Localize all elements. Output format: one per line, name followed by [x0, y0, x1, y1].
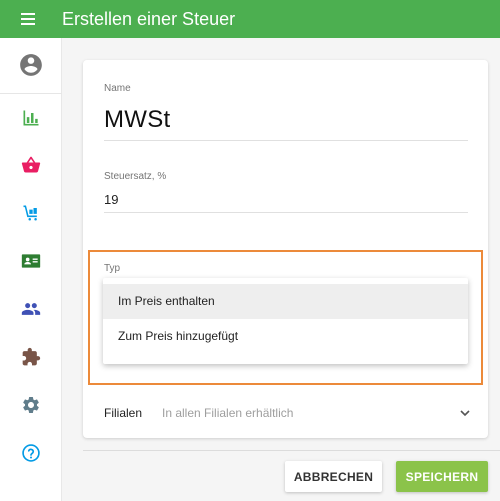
gear-icon[interactable]: [18, 392, 44, 418]
basket-icon[interactable]: [18, 152, 44, 178]
bar-chart-icon[interactable]: [18, 105, 44, 131]
cart-boxes-icon[interactable]: [18, 200, 44, 226]
name-field-underline: [104, 140, 468, 141]
type-option-added[interactable]: Zum Preis hinzugefügt: [103, 319, 468, 354]
top-app-bar: Erstellen einer Steuer: [0, 0, 500, 38]
save-button[interactable]: SPEICHERN: [396, 461, 488, 492]
type-option-included[interactable]: Im Preis enthalten: [103, 284, 468, 319]
rate-field-input[interactable]: 19: [104, 192, 118, 207]
rate-field-label: Steuersatz, %: [104, 171, 167, 182]
name-field-input[interactable]: MWSt: [104, 106, 171, 134]
name-field-label: Name: [104, 83, 131, 94]
hamburger-menu-icon[interactable]: [19, 10, 39, 28]
stores-select-value[interactable]: In allen Filialen erhältlich: [162, 406, 293, 420]
stores-label: Filialen: [104, 406, 143, 420]
contact-card-icon[interactable]: [18, 248, 44, 274]
people-icon[interactable]: [18, 296, 44, 322]
sidebar: [0, 38, 62, 501]
chevron-down-icon[interactable]: [457, 405, 473, 421]
type-dropdown-menu[interactable]: Im Preis enthalten Zum Preis hinzugefügt: [103, 278, 468, 364]
footer-divider: [83, 450, 500, 451]
puzzle-icon[interactable]: [18, 344, 44, 370]
rate-field-underline: [104, 212, 468, 213]
account-circle-icon[interactable]: [18, 52, 44, 78]
cancel-button[interactable]: ABBRECHEN: [285, 461, 382, 492]
help-circle-icon[interactable]: [18, 440, 44, 466]
page-title: Erstellen einer Steuer: [62, 9, 236, 29]
